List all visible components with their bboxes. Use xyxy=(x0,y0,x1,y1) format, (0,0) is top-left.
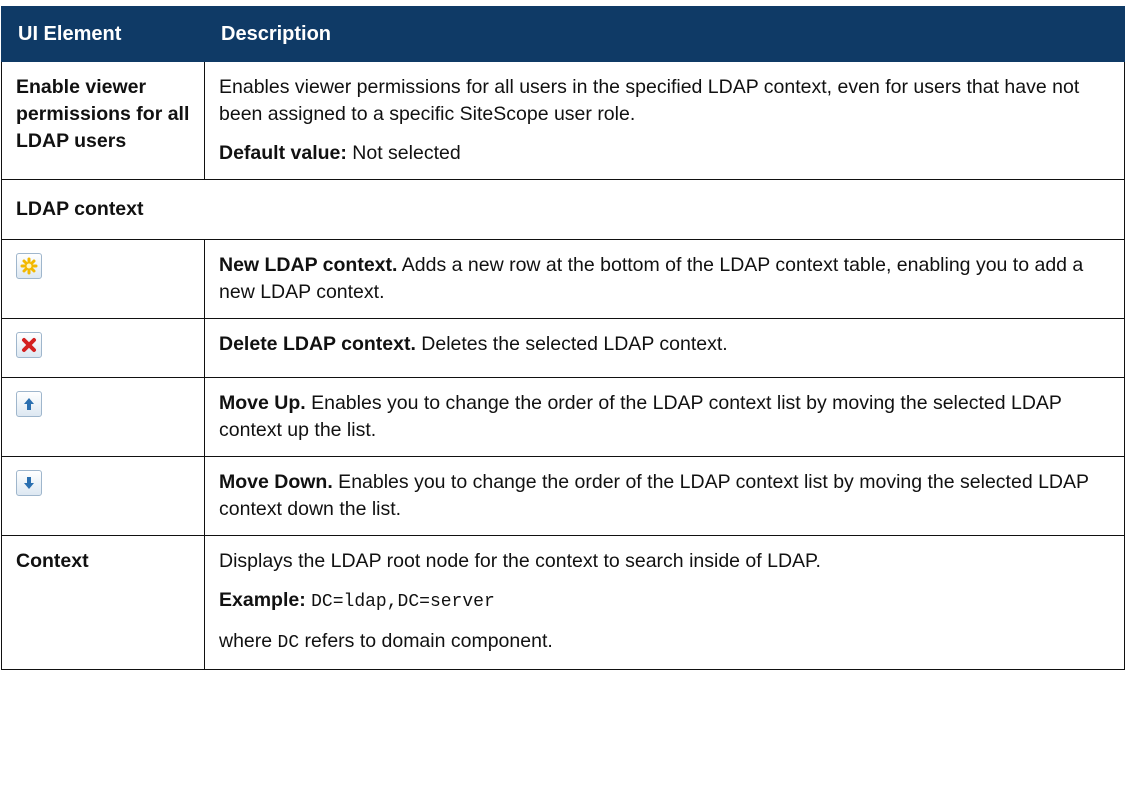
ui-element-table: UI Element Description Enable viewer per… xyxy=(1,6,1125,670)
description-text: Displays the LDAP root node for the cont… xyxy=(219,550,821,572)
description-cell: Delete LDAP context. Deletes the selecte… xyxy=(204,318,1125,378)
group-heading-ldap-context: LDAP context xyxy=(1,179,1125,240)
description-cell: Enables viewer permissions for all users… xyxy=(204,61,1125,180)
table-row: Move Up. Enables you to change the order… xyxy=(1,377,1125,457)
move-up-arrow-icon xyxy=(24,397,34,410)
delete-ldap-context-button[interactable] xyxy=(16,331,42,358)
default-value: Not selected xyxy=(346,142,461,164)
table-row: New LDAP context. Adds a new row at the … xyxy=(1,239,1125,319)
ui-element-icon-cell xyxy=(1,456,205,536)
action-title: Move Up. xyxy=(219,392,306,414)
column-header-ui-element: UI Element xyxy=(1,6,205,62)
ui-element-icon-cell xyxy=(1,377,205,457)
action-description: Enables you to change the order of the L… xyxy=(219,392,1062,441)
description-text: Enables viewer permissions for all users… xyxy=(219,76,1080,125)
group-row: LDAP context xyxy=(1,179,1125,240)
new-ldap-context-button[interactable] xyxy=(16,252,42,279)
move-up-button[interactable] xyxy=(16,390,42,417)
action-description: Deletes the selected LDAP context. xyxy=(415,333,728,355)
move-down-arrow-icon xyxy=(24,476,34,489)
example-label: Example: xyxy=(219,589,306,611)
ui-element-name: Enable viewer permissions for all LDAP u… xyxy=(1,61,205,180)
description-cell: New LDAP context. Adds a new row at the … xyxy=(204,239,1125,319)
delete-x-icon xyxy=(22,337,36,352)
move-down-button[interactable] xyxy=(16,469,42,496)
description-cell: Move Down. Enables you to change the ord… xyxy=(204,456,1125,536)
ui-element-icon-cell xyxy=(1,239,205,319)
action-description: Enables you to change the order of the L… xyxy=(219,471,1089,520)
default-value-label: Default value: xyxy=(219,142,347,164)
description-cell: Move Up. Enables you to change the order… xyxy=(204,377,1125,457)
table-header-row: UI Element Description xyxy=(1,6,1125,62)
table-row: Delete LDAP context. Deletes the selecte… xyxy=(1,318,1125,378)
default-value-line: Default value: Not selected xyxy=(219,140,1112,167)
example-line: Example: DC=ldap,DC=server xyxy=(219,587,1112,616)
action-title: Move Down. xyxy=(219,471,333,493)
table-row: Context Displays the LDAP root node for … xyxy=(1,535,1125,670)
ui-element-name: Context xyxy=(1,535,205,670)
table-row: Enable viewer permissions for all LDAP u… xyxy=(1,61,1125,180)
ui-element-icon-cell xyxy=(1,318,205,378)
new-star-icon xyxy=(20,257,38,275)
column-header-description: Description xyxy=(204,6,1125,62)
action-title: Delete LDAP context. xyxy=(219,333,416,355)
action-title: New LDAP context. xyxy=(219,254,398,276)
inline-code: DC xyxy=(277,633,300,653)
example-code: DC=ldap,DC=server xyxy=(311,592,495,612)
table-row: Move Down. Enables you to change the ord… xyxy=(1,456,1125,536)
where-line: where DC refers to domain component. xyxy=(219,630,553,653)
description-cell: Displays the LDAP root node for the cont… xyxy=(204,535,1125,670)
